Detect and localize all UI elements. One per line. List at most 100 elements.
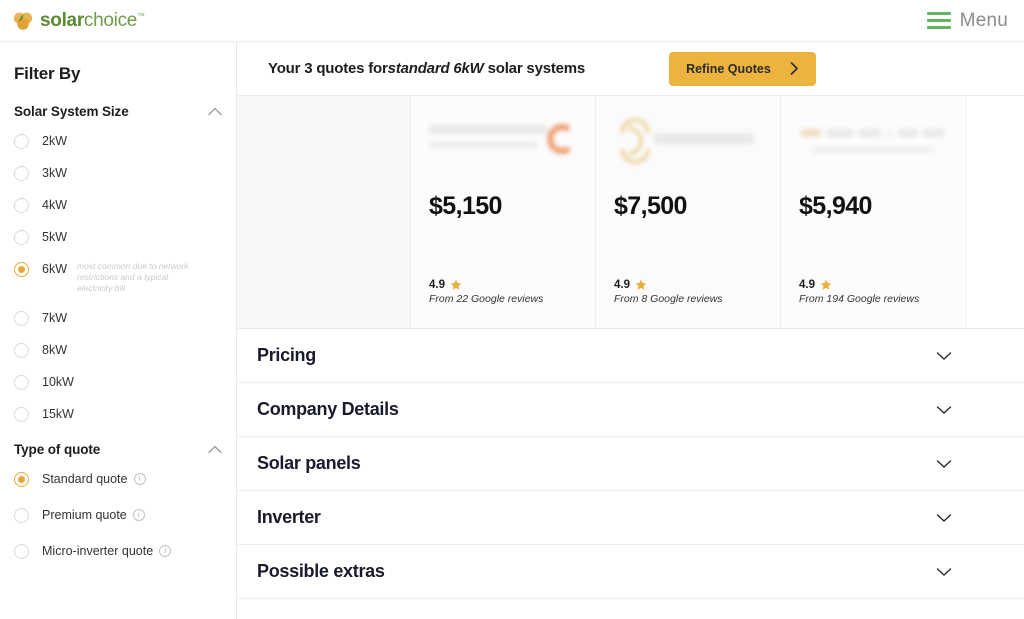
quote-cards-strip: $5,150 4.9 From 22 Google reviews $7,500… [237,96,1024,329]
radio-option-15kw[interactable]: 15kW [14,406,222,422]
quote-price: $7,500 [614,192,687,220]
quote-price: $5,940 [799,192,872,220]
menu-button[interactable]: Menu [926,9,1008,32]
blurred-installer-logo-1-icon [429,114,595,170]
quote-reviews: From 194 Google reviews [799,293,920,305]
chevron-down-icon[interactable] [936,513,952,523]
radio-option-micro-inverter-quote[interactable]: Micro-inverter quote i [14,543,222,559]
radio-label-15kw: 15kW [42,407,74,421]
radio-label-5kw: 5kW [42,230,67,244]
radio-option-5kw[interactable]: 5kW [14,229,222,245]
accordion-possible-extras[interactable]: Possible extras [237,545,1024,599]
quotes-title-prefix: Your 3 quotes for [268,60,388,77]
quote-rating-block: 4.9 From 8 Google reviews [614,279,780,305]
chevron-down-icon[interactable] [936,567,952,577]
quote-rating-row: 4.9 [429,279,595,291]
filter-sidebar: Filter By Solar System Size 2kW 3kW 4kW … [0,41,237,619]
info-icon-standard-quote[interactable]: i [133,473,146,485]
quote-cards-label-column [237,96,411,328]
radio-label-wrap-premium-quote: Premium quote i [42,507,145,523]
accordion-company-details[interactable]: Company Details [237,383,1024,437]
accordion-label-inverter: Inverter [257,507,321,527]
section-header-type-of-quote[interactable]: Type of quote [14,442,222,457]
quote-rating-value: 4.9 [429,279,445,291]
radio-label-2kw: 2kW [42,134,67,148]
radio-option-premium-quote[interactable]: Premium quote i [14,507,222,523]
radio-premium-quote[interactable] [14,508,29,523]
top-bar: solarchoice™ Menu [0,0,1024,41]
quote-rating-row: 4.9 [614,279,780,291]
radio-label-4kw: 4kW [42,198,67,212]
page-body: Filter By Solar System Size 2kW 3kW 4kW … [0,41,1024,619]
radio-option-8kw[interactable]: 8kW [14,342,222,358]
quote-card[interactable]: $7,500 4.9 From 8 Google reviews [596,96,781,328]
star-icon [820,279,832,290]
radio-3kw[interactable] [14,166,29,181]
blurred-installer-logo-2-icon [614,114,780,170]
quote-rating-value: 4.9 [799,279,815,291]
radio-4kw[interactable] [14,198,29,213]
brand-name-bold: solar [40,10,84,31]
main-content: Your 3 quotes forstandard 6kW solar syst… [237,41,1024,619]
accordion-label-solar-panels: Solar panels [257,453,361,473]
quote-card[interactable]: $5,940 4.9 From 194 Google reviews [781,96,966,328]
section-title-solar-system-size: Solar System Size [14,104,129,119]
radio-label-3kw: 3kW [42,166,67,180]
quote-price: $5,150 [429,192,502,220]
quote-rating-block: 4.9 From 194 Google reviews [799,279,965,305]
quotes-header-title: Your 3 quotes forstandard 6kW solar syst… [268,60,585,77]
quote-reviews: From 8 Google reviews [614,293,723,305]
brand-trademark: ™ [137,11,145,21]
radio-7kw[interactable] [14,311,29,326]
accordion-pricing[interactable]: Pricing [237,329,1024,383]
refine-quotes-label: Refine Quotes [686,61,771,76]
radio-option-10kw[interactable]: 10kW [14,374,222,390]
radio-option-2kw[interactable]: 2kW [14,133,222,149]
radio-10kw[interactable] [14,375,29,390]
solar-choice-leaf-logo-icon [13,12,33,30]
brand-logo[interactable]: solarchoice™ [12,10,145,32]
radio-5kw[interactable] [14,230,29,245]
quote-rating-row: 4.9 [799,279,965,291]
brand-name-light: choice [83,10,138,31]
blurred-installer-logo-3-icon [799,114,965,170]
hamburger-icon [926,12,951,29]
quote-cards-overflow-column [966,96,1024,328]
chevron-down-icon[interactable] [936,405,952,415]
section-header-solar-system-size[interactable]: Solar System Size [14,104,222,119]
info-icon-micro-inverter-quote[interactable]: i [159,545,172,557]
radio-option-7kw[interactable]: 7kW [14,310,222,326]
accordion-label-possible-extras: Possible extras [257,561,385,581]
star-icon [450,279,462,290]
menu-label: Menu [959,9,1008,31]
accordion-label-company-details: Company Details [257,399,399,419]
detail-accordions: Pricing Company Details Solar panels Inv… [237,329,1024,619]
radio-2kw[interactable] [14,134,29,149]
radio-standard-quote[interactable] [14,472,29,487]
accordion-inverter[interactable]: Inverter [237,491,1024,545]
chevron-down-icon[interactable] [936,351,952,361]
chevron-up-icon[interactable] [208,445,222,454]
radio-option-4kw[interactable]: 4kW [14,197,222,213]
radio-label-premium-quote: Premium quote [42,508,127,522]
accordion-label-pricing: Pricing [257,345,316,365]
chevron-down-icon[interactable] [936,459,952,469]
radio-option-standard-quote[interactable]: Standard quote i [14,471,222,487]
radio-15kw[interactable] [14,407,29,422]
radio-label-wrap-micro-inverter-quote: Micro-inverter quote i [42,543,172,559]
info-icon-premium-quote[interactable]: i [132,509,145,521]
chevron-up-icon[interactable] [208,107,222,116]
quote-card[interactable]: $5,150 4.9 From 22 Google reviews [411,96,596,328]
quote-rating-block: 4.9 From 22 Google reviews [429,279,595,305]
quotes-title-suffix: solar systems [483,60,586,77]
radio-6kw[interactable] [14,262,29,277]
radio-option-3kw[interactable]: 3kW [14,165,222,181]
radio-micro-inverter-quote[interactable] [14,544,29,559]
refine-quotes-button[interactable]: Refine Quotes [669,51,816,86]
radio-option-6kw[interactable]: 6kW most common due to network restricti… [14,261,222,294]
section-title-type-of-quote: Type of quote [14,442,101,457]
radio-label-standard-quote: Standard quote [42,472,128,486]
accordion-solar-panels[interactable]: Solar panels [237,437,1024,491]
radio-label-7kw: 7kW [42,311,67,325]
radio-8kw[interactable] [14,343,29,358]
